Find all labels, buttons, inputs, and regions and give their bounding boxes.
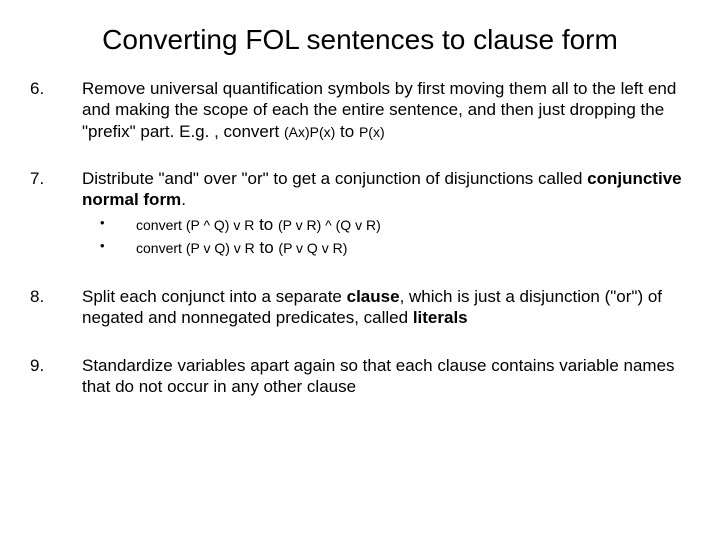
item-body: Remove universal quantification symbols … xyxy=(82,78,690,142)
bold-term: literals xyxy=(413,308,468,327)
item-body: Distribute "and" over "or" to get a conj… xyxy=(82,168,690,211)
item-text: to xyxy=(335,122,359,141)
bullet-icon: • xyxy=(82,214,136,237)
item-body: Standardize variables apart again so tha… xyxy=(82,355,690,398)
list-item-7: 7. Distribute "and" over "or" to get a c… xyxy=(30,168,690,211)
item-text: Split each conjunct into a separate xyxy=(82,287,347,306)
sub-text: to xyxy=(254,215,278,234)
item-number: 6. xyxy=(30,78,82,142)
sub-item-body: convert (P v Q) v R to (P v Q v R) xyxy=(136,237,690,260)
slide-title: Converting FOL sentences to clause form xyxy=(30,24,690,56)
item-body: Split each conjunct into a separate clau… xyxy=(82,286,690,329)
item-text: . xyxy=(181,190,186,209)
bold-term: clause xyxy=(347,287,400,306)
list-item-6: 6. Remove universal quantification symbo… xyxy=(30,78,690,142)
item-number: 8. xyxy=(30,286,82,329)
sub-list: • convert (P ^ Q) v R to (P v R) ^ (Q v … xyxy=(82,214,690,260)
sub-text: to xyxy=(255,238,279,257)
sub-text: convert xyxy=(136,217,186,233)
list-item-8: 8. Split each conjunct into a separate c… xyxy=(30,286,690,329)
formula: (P v Q v R) xyxy=(278,240,347,256)
formula: (P ^ Q) v R xyxy=(186,217,255,233)
formula: (Ax)P(x) xyxy=(284,124,335,140)
bullet-icon: • xyxy=(82,237,136,260)
sub-list-item: • convert (P ^ Q) v R to (P v R) ^ (Q v … xyxy=(82,214,690,237)
item-number: 7. xyxy=(30,168,82,211)
sub-text: convert xyxy=(136,240,186,256)
list-item-9: 9. Standardize variables apart again so … xyxy=(30,355,690,398)
formula: (P v R) ^ (Q v R) xyxy=(278,217,381,233)
slide: Converting FOL sentences to clause form … xyxy=(0,0,720,540)
formula: (P v Q) v R xyxy=(186,240,255,256)
item-text: Distribute "and" over "or" to get a conj… xyxy=(82,169,587,188)
formula: P(x) xyxy=(359,124,385,140)
item-number: 9. xyxy=(30,355,82,398)
sub-list-item: • convert (P v Q) v R to (P v Q v R) xyxy=(82,237,690,260)
sub-item-body: convert (P ^ Q) v R to (P v R) ^ (Q v R) xyxy=(136,214,690,237)
